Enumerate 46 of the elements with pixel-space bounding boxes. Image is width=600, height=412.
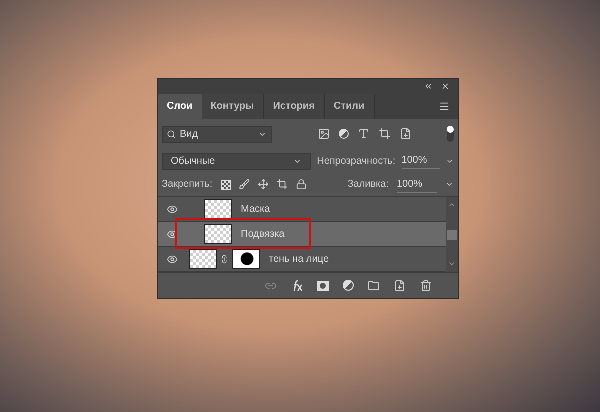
- move-icon[interactable]: [258, 179, 269, 190]
- link-icon: [220, 254, 229, 264]
- layer-name: Подвязка: [241, 228, 285, 242]
- search-icon: [167, 130, 176, 138]
- opacity-field[interactable]: 100%: [402, 153, 440, 169]
- panel-tab[interactable]: Слои: [158, 94, 202, 119]
- chevron-down-icon[interactable]: [445, 180, 454, 189]
- scroll-up-icon[interactable]: [448, 201, 456, 209]
- brush-icon[interactable]: [238, 179, 250, 190]
- lock-label: Закрепить:: [162, 178, 213, 192]
- smart-object-icon[interactable]: [400, 128, 412, 140]
- panel-menu-icon[interactable]: [439, 101, 450, 112]
- layer-thumbnail: [189, 249, 217, 269]
- crop-icon[interactable]: [276, 179, 288, 190]
- eye-icon[interactable]: [166, 228, 178, 240]
- mask-icon[interactable]: [317, 280, 329, 290]
- eye-icon[interactable]: [166, 204, 178, 214]
- folder-icon[interactable]: [368, 280, 380, 292]
- filter-toggle[interactable]: [447, 126, 454, 142]
- close-icon[interactable]: [441, 82, 450, 91]
- layer-thumbnail: [204, 199, 232, 219]
- filter-value: Вид: [180, 128, 200, 142]
- layer-thumbnail: [232, 249, 260, 269]
- collapse-icon[interactable]: [424, 82, 433, 91]
- filter-dropdown[interactable]: Вид: [162, 126, 272, 142]
- scroll-down-icon[interactable]: [448, 260, 456, 268]
- layer-thumbnail: [204, 224, 232, 244]
- effects-icon[interactable]: [291, 280, 303, 292]
- image-icon[interactable]: [318, 128, 330, 140]
- new-layer-icon[interactable]: [394, 280, 406, 292]
- blend-mode-dropdown[interactable]: Обычные: [162, 152, 312, 170]
- transform-icon[interactable]: [379, 128, 391, 140]
- fill-label: Заливка:: [348, 178, 389, 192]
- scrollbar-thumb[interactable]: [447, 230, 457, 240]
- opacity-label: Непрозрачность:: [317, 154, 396, 168]
- type-icon[interactable]: [358, 128, 370, 140]
- layer-name: тень на лице: [269, 252, 329, 266]
- lock-pixels-icon[interactable]: [220, 180, 231, 190]
- scrollbar[interactable]: [446, 197, 458, 272]
- layer-row[interactable]: тень на лице: [158, 247, 446, 272]
- layer-name: Маска: [241, 202, 270, 216]
- layer-row[interactable]: Маска: [158, 197, 446, 222]
- trash-icon[interactable]: [420, 280, 432, 292]
- eye-icon[interactable]: [166, 254, 178, 264]
- fill-field[interactable]: 100%: [397, 176, 437, 192]
- lock-icon[interactable]: [296, 179, 307, 190]
